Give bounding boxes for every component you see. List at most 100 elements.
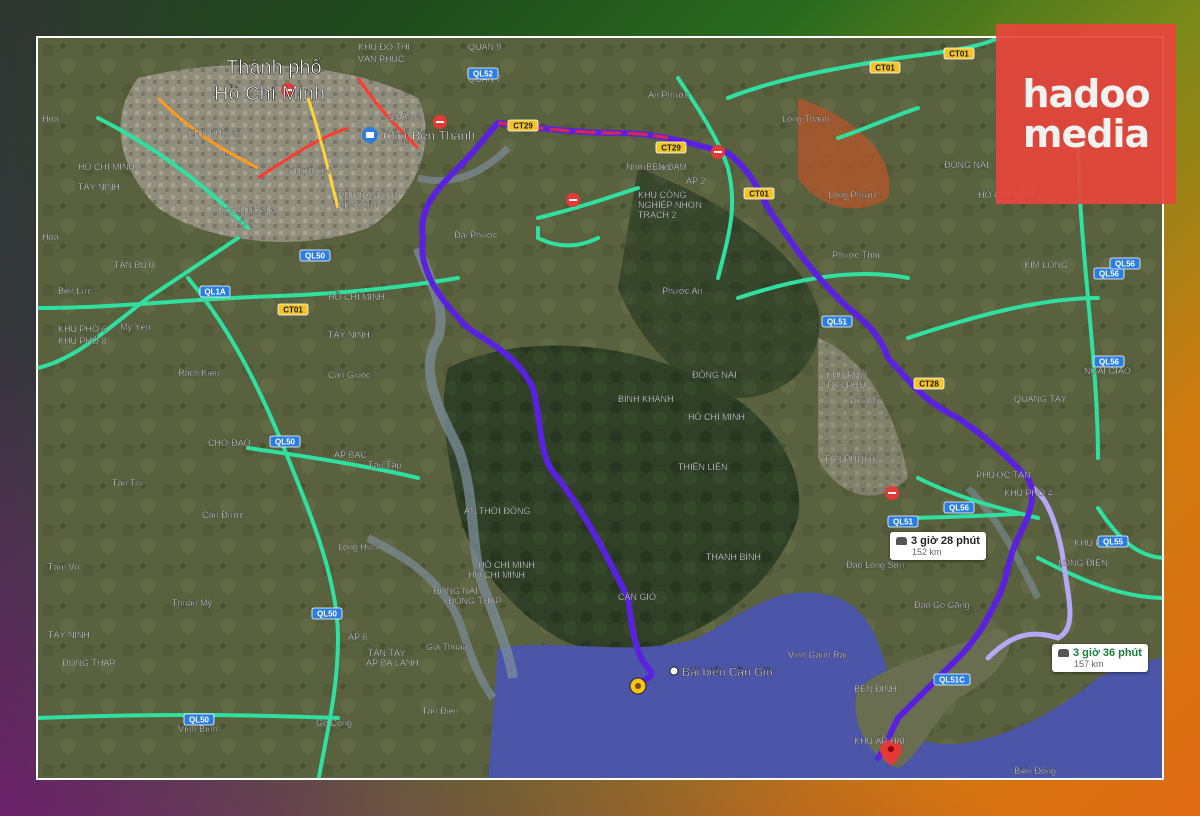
place-label[interactable]: TRẠCH 2 bbox=[638, 210, 677, 220]
road-shield-label: CT29 bbox=[661, 144, 681, 153]
map-view[interactable]: Chợ Bến Thành Thành phố Hồ Chí Minh Bãi … bbox=[36, 36, 1164, 780]
place-label[interactable]: QUẬN 9 bbox=[468, 42, 502, 52]
road-closure-icon[interactable] bbox=[566, 193, 580, 207]
place-label[interactable]: Cần Giuộc bbox=[328, 370, 371, 380]
shopping-landmark-icon[interactable] bbox=[362, 127, 378, 143]
place-label[interactable]: Phước Thái bbox=[832, 250, 880, 260]
road-closure-icon[interactable] bbox=[711, 145, 725, 159]
place-label[interactable]: Bến Lức bbox=[58, 286, 93, 296]
place-label[interactable]: Long Phước bbox=[828, 190, 879, 200]
place-label[interactable]: Phú Mỹ bbox=[850, 396, 881, 406]
logo-line1: hadoo bbox=[1022, 72, 1150, 116]
place-label[interactable]: KIM LONG bbox=[1024, 260, 1068, 270]
place-label[interactable]: QUẢNG TÂY bbox=[1014, 393, 1067, 404]
place-label[interactable]: Đảo Gò Găng bbox=[914, 600, 970, 610]
place-label[interactable]: Vĩnh Bình bbox=[178, 724, 218, 734]
place-label[interactable]: KHU PHỐ 6 bbox=[58, 323, 107, 334]
road-closure-icon[interactable] bbox=[885, 486, 899, 500]
place-label[interactable]: ĐỒNG THÁP bbox=[448, 595, 502, 606]
place-label[interactable]: Rạch Kiến bbox=[178, 368, 220, 378]
place-label[interactable]: NGHIỆP NHƠN bbox=[638, 200, 702, 210]
route-callout-alternate[interactable]: 3 giờ 36 phút 157 km bbox=[1052, 644, 1148, 672]
road-closure-icon[interactable] bbox=[433, 115, 447, 129]
place-label[interactable]: TÂN PHÚ bbox=[826, 380, 866, 390]
place-label[interactable]: BẾN CAM bbox=[646, 162, 687, 172]
place-label[interactable]: Biển Đông bbox=[1014, 766, 1056, 776]
place-label[interactable]: Long Hựu bbox=[338, 542, 378, 552]
place-label[interactable]: ĐỒNG NAI bbox=[692, 369, 737, 380]
place-label[interactable]: KHU PHỐ 22 bbox=[188, 127, 242, 138]
place-label[interactable]: Cần Đước bbox=[202, 510, 245, 520]
place-label[interactable]: CHỢ LỚN bbox=[288, 166, 331, 176]
place-label[interactable]: KIM SƠN bbox=[338, 200, 377, 210]
place-label[interactable]: CẦN GIỜ bbox=[618, 592, 657, 602]
place-label[interactable]: PHƯỚC TÂN bbox=[976, 470, 1031, 480]
place-label[interactable]: ẤP 2 bbox=[686, 176, 706, 186]
place-label[interactable]: KHU DÂN CƯ bbox=[338, 190, 396, 200]
road-shield: CT28 bbox=[913, 377, 945, 390]
place-label[interactable]: ẤP 6 bbox=[348, 632, 368, 642]
road-shield: QL56 bbox=[1093, 267, 1125, 280]
place-label[interactable]: Tân Tập bbox=[368, 460, 402, 470]
place-label[interactable]: ẤP BẮC bbox=[334, 450, 368, 460]
place-label[interactable]: QUẬN 2 bbox=[388, 112, 422, 122]
place-label[interactable]: HỒ CHÍ MINH bbox=[688, 411, 745, 422]
place-label[interactable]: HỒ CHÍ MINH bbox=[468, 569, 525, 580]
place-label[interactable]: Mỹ Yên bbox=[120, 322, 151, 332]
place-label[interactable]: VẠN PHÚC bbox=[358, 54, 405, 64]
road-shield-label: QL51 bbox=[893, 518, 914, 527]
place-label[interactable]: Hòa bbox=[42, 232, 59, 242]
place-label[interactable]: AN THỚI ĐÔNG bbox=[464, 506, 531, 516]
place-label[interactable]: KHU PHỐ 8 bbox=[58, 335, 107, 346]
place-label[interactable]: Tầm Vu bbox=[48, 562, 79, 572]
place-label[interactable]: BÌNH KHÁNH bbox=[618, 394, 674, 404]
place-label[interactable]: BẾN ĐÌNH bbox=[854, 684, 897, 694]
place-label[interactable]: HỒ CHÍ MINH bbox=[328, 291, 385, 302]
place-label[interactable]: KHU ĐÔ THỊ bbox=[358, 42, 410, 52]
place-label[interactable]: Long Thành bbox=[782, 114, 830, 124]
beach-label[interactable]: Bãi biển Cần Giờ bbox=[682, 665, 774, 679]
place-label[interactable]: TÂY NINH bbox=[328, 330, 370, 340]
place-label[interactable]: ẤP BÀ LÁNH bbox=[366, 658, 419, 668]
route-callout-selected[interactable]: 3 giờ 28 phút 152 km bbox=[890, 532, 986, 560]
beach-poi-icon[interactable] bbox=[669, 666, 679, 676]
place-label[interactable]: KHU PHỐ 4 bbox=[1004, 487, 1053, 498]
place-label[interactable]: Đại Phước bbox=[454, 230, 498, 240]
car-icon bbox=[896, 537, 907, 546]
place-label[interactable]: LÔ 5 bbox=[234, 218, 254, 228]
place-label[interactable]: HỒ CHÍ MINH bbox=[478, 559, 535, 570]
place-label[interactable]: ĐỒNG NAI bbox=[433, 585, 478, 596]
place-label[interactable]: Vịnh Gành Rái bbox=[788, 650, 847, 660]
place-label[interactable]: Tân Trụ bbox=[112, 478, 143, 488]
place-label[interactable]: Đảo Long Sơn bbox=[846, 560, 905, 570]
place-label[interactable]: Thuận Mỹ bbox=[172, 598, 213, 608]
place-label[interactable]: CHỢ ĐÀO bbox=[208, 438, 251, 448]
place-label[interactable]: HỒ CHÍ MINH bbox=[78, 161, 135, 172]
start-marker-icon[interactable] bbox=[629, 677, 647, 695]
place-label[interactable]: THẠNH BÌNH bbox=[706, 552, 761, 562]
place-label[interactable]: LONG ĐIỀN bbox=[1058, 558, 1108, 568]
place-label[interactable]: THIỀN LIÊN bbox=[678, 462, 728, 472]
place-label[interactable]: TÂN BỬU bbox=[114, 259, 155, 270]
place-label[interactable]: TÂN TẦY bbox=[368, 648, 406, 658]
place-label[interactable]: NGÃI GIAO bbox=[1084, 366, 1131, 376]
place-label[interactable]: TÂY NINH bbox=[48, 630, 90, 640]
place-label[interactable]: TÂY NINH bbox=[78, 182, 120, 192]
place-label[interactable]: KHU CÔNG bbox=[638, 190, 687, 200]
place-label[interactable]: An Phước bbox=[648, 90, 690, 100]
landmark-label[interactable]: Chợ Bến Thành bbox=[383, 128, 476, 143]
place-label[interactable]: KHU ẤP HẢI bbox=[854, 735, 905, 746]
place-label[interactable]: KOC HƯƠNG bbox=[218, 206, 276, 216]
place-label[interactable]: Gò Công bbox=[316, 718, 352, 728]
place-label[interactable]: Tân Điền bbox=[422, 706, 459, 716]
place-label[interactable]: ĐỒNG THÁP bbox=[62, 657, 116, 668]
place-label[interactable]: TÂN PHƯỚC bbox=[824, 454, 880, 464]
place-label[interactable]: Hóa bbox=[42, 114, 59, 124]
route-time: 3 giờ 28 phút bbox=[911, 535, 980, 547]
place-label[interactable]: KHU PHỐ bbox=[826, 369, 867, 380]
place-label[interactable]: Gia Thuận bbox=[426, 642, 468, 652]
road-shield: CT01 bbox=[943, 47, 975, 60]
place-label[interactable]: ĐỒNG NAI bbox=[944, 159, 989, 170]
place-label[interactable]: Phước An bbox=[662, 286, 703, 296]
road-shield: CT29 bbox=[507, 119, 539, 132]
